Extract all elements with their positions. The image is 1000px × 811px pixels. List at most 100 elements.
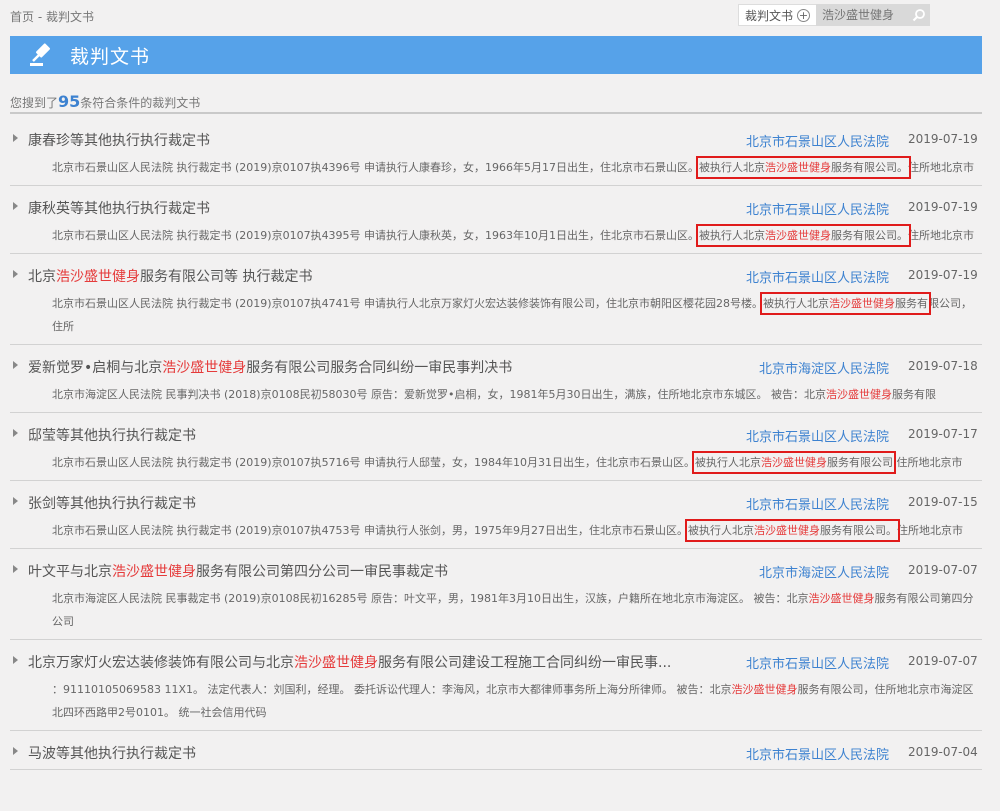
top-bar: 首页 - 裁判文书 裁判文书 + — [0, 0, 1000, 32]
court-link[interactable]: 北京市石景山区人民法院 — [746, 653, 889, 672]
breadcrumb-separator: - — [34, 10, 46, 24]
document-title-link[interactable]: 康春珍等其他执行执行裁定书 — [28, 130, 210, 150]
summary-text: 北京市石景山区人民法院 执行裁定书 (2019)京0107执5716号 申请执行… — [52, 456, 696, 469]
document-summary: 北京市海淀区人民法院 民事判决书 (2018)京0108民初58030号 原告：… — [10, 383, 982, 406]
document-date: 2019-07-07 — [908, 563, 978, 577]
summary-text: 北京市石景山区人民法院 执行裁定书 (2019)京0107执4396号 申请执行… — [52, 161, 700, 174]
list-item: 康秋英等其他执行执行裁定书 北京市石景山区人民法院 2019-07-19 北京市石景山… — [10, 186, 982, 254]
plus-circle-icon[interactable]: + — [797, 8, 810, 22]
list-item: 叶文平与北京浩沙盛世健身服务有限公司第四分公司一审民事裁定书 北京市海淀区人民法院… — [10, 549, 982, 640]
summary-segment: 被执行人北京 — [695, 456, 762, 469]
summary-segment: 被执行人北京 — [699, 161, 766, 174]
document-date: 2019-07-19 — [908, 132, 978, 146]
document-summary: 北京市石景山区人民法院 执行裁定书 (2019)京0107执4396号 申请执行… — [10, 156, 982, 179]
divider — [10, 112, 982, 114]
summary-text: 住所地北京市 — [908, 229, 975, 242]
triangle-right-icon — [13, 565, 18, 573]
summary-text: 住所地北京市 — [908, 161, 975, 174]
title-segment: 北京万家灯火宏达装修装饰有限公司与北京 — [28, 655, 294, 671]
breadcrumb-current: 裁判文书 — [45, 10, 94, 24]
document-title-link[interactable]: 张剑等其他执行执行裁定书 — [28, 493, 196, 513]
document-summary: 北京市石景山区人民法院 执行裁定书 (2019)京0107执4741号 申请执行… — [10, 292, 982, 338]
court-link[interactable]: 北京市石景山区人民法院 — [746, 494, 889, 513]
results-list: 康春珍等其他执行执行裁定书 北京市石景山区人民法院 2019-07-19 北京市石景山… — [10, 118, 982, 770]
search-bar: 裁判文书 + — [737, 4, 930, 26]
document-summary: 北京市石景山区人民法院 执行裁定书 (2019)京0107执5716号 申请执行… — [10, 451, 982, 474]
summary-segment: 浩沙盛世健身 — [765, 229, 832, 242]
list-item: 康春珍等其他执行执行裁定书 北京市石景山区人民法院 2019-07-19 北京市石景山… — [10, 118, 982, 186]
title-segment: 康秋英等其他执行执行裁定书 — [28, 201, 210, 217]
document-title-link[interactable]: 北京浩沙盛世健身服务有限公司等 执行裁定书 — [28, 266, 312, 286]
summary-text: 北京市石景山区人民法院 执行裁定书 (2019)京0107执4753号 申请执行… — [52, 524, 689, 537]
triangle-right-icon — [13, 361, 18, 369]
summary-text: 北京市石景山区人民法院 执行裁定书 (2019)京0107执4741号 申请执行… — [52, 297, 764, 310]
court-link[interactable]: 北京市石景山区人民法院 — [746, 744, 889, 763]
document-date: 2019-07-19 — [908, 200, 978, 214]
title-segment: 浩沙盛世健身 — [112, 564, 196, 580]
summary-segment: 浩沙盛世健身 — [829, 297, 896, 310]
search-input[interactable] — [816, 4, 908, 26]
document-summary: ：91110105069583 11X1。 法定代表人：刘国利，经理。 委托诉讼… — [10, 678, 982, 724]
document-date: 2019-07-04 — [908, 745, 978, 759]
title-segment: 爱新觉罗•启桐与北京 — [28, 360, 163, 376]
title-segment: 浩沙盛世健身 — [56, 269, 140, 285]
summary-segment: 服务有 — [895, 297, 929, 310]
list-item-title-row: 马波等其他执行执行裁定书 北京市石景山区人民法院 2019-07-04 — [10, 731, 982, 769]
triangle-right-icon — [13, 134, 18, 142]
document-summary: 北京市石景山区人民法院 执行裁定书 (2019)京0107执4395号 申请执行… — [10, 224, 982, 247]
page-title: 裁判文书 — [70, 45, 151, 68]
title-segment: 浩沙盛世健身 — [162, 360, 247, 376]
summary-segment: 服务有限公司。 — [831, 161, 909, 174]
summary-text: 住所地北京市 — [897, 524, 964, 537]
search-category-select[interactable]: 裁判文书 + — [737, 4, 816, 26]
summary-segment: 服务有限公司 — [827, 456, 894, 469]
document-title-link[interactable]: 康秋英等其他执行执行裁定书 — [28, 198, 210, 218]
highlight-box: 被执行人北京浩沙盛世健身服务有限公司。 — [696, 224, 912, 247]
summary-segment: 服务有限公司。 — [820, 524, 898, 537]
breadcrumb-home-link[interactable]: 首页 — [10, 10, 34, 24]
title-segment: 张剑等其他执行执行裁定书 — [28, 496, 196, 512]
document-date: 2019-07-19 — [908, 268, 978, 282]
summary-segment: 服务有限 — [892, 388, 937, 401]
court-link[interactable]: 北京市海淀区人民法院 — [759, 358, 889, 377]
summary-segment: 浩沙盛世健身 — [826, 388, 893, 401]
list-item: 张剑等其他执行执行裁定书 北京市石景山区人民法院 2019-07-15 北京市石景山区… — [10, 481, 982, 549]
title-segment: 服务有限公司等 执行裁定书 — [140, 269, 313, 285]
title-segment: 浩沙盛世健身 — [294, 655, 378, 671]
summary-segment: 浩沙盛世健身 — [765, 161, 832, 174]
title-segment: 叶文平与北京 — [28, 564, 112, 580]
court-link[interactable]: 北京市海淀区人民法院 — [759, 562, 889, 581]
document-title-link[interactable]: 马波等其他执行执行裁定书 — [28, 743, 196, 763]
court-link[interactable]: 北京市石景山区人民法院 — [746, 426, 889, 445]
document-title-link[interactable]: 北京万家灯火宏达装修装饰有限公司与北京浩沙盛世健身服务有限公司建设工程施工合同纠… — [28, 652, 671, 672]
section-header: 裁判文书 — [10, 36, 982, 74]
document-date: 2019-07-07 — [908, 654, 978, 668]
document-date: 2019-07-15 — [908, 495, 978, 509]
document-title-link[interactable]: 叶文平与北京浩沙盛世健身服务有限公司第四分公司一审民事裁定书 — [28, 561, 448, 581]
list-item-title-row: 康秋英等其他执行执行裁定书 北京市石景山区人民法院 2019-07-19 — [10, 186, 982, 224]
summary-segment: 浩沙盛世健身 — [761, 456, 828, 469]
list-item-title-row: 北京浩沙盛世健身服务有限公司等 执行裁定书 北京市石景山区人民法院 2019-07-… — [10, 254, 982, 292]
gavel-icon — [30, 43, 51, 66]
document-title-link[interactable]: 邸莹等其他执行执行裁定书 — [28, 425, 196, 445]
title-segment: 北京 — [28, 269, 56, 285]
document-summary: 北京市海淀区人民法院 民事裁定书 (2019)京0108民初16285号 原告：… — [10, 587, 982, 633]
list-item-title-row: 康春珍等其他执行执行裁定书 北京市石景山区人民法院 2019-07-19 — [10, 118, 982, 156]
summary-text: ：91110105069583 11X1。 法定代表人：刘国利，经理。 委托诉讼… — [52, 683, 732, 696]
triangle-right-icon — [13, 497, 18, 505]
list-item: 邸莹等其他执行执行裁定书 北京市石景山区人民法院 2019-07-17 北京市石景山区… — [10, 413, 982, 481]
summary-segment: 被执行人北京 — [688, 524, 755, 537]
breadcrumb: 首页 - 裁判文书 — [10, 8, 94, 25]
triangle-right-icon — [13, 429, 18, 437]
court-link[interactable]: 北京市石景山区人民法院 — [746, 131, 889, 150]
search-icon — [912, 9, 925, 22]
document-title-link[interactable]: 爱新觉罗•启桐与北京浩沙盛世健身服务有限公司服务合同纠纷一审民事判决书 — [28, 357, 512, 377]
list-item: 爱新觉罗•启桐与北京浩沙盛世健身服务有限公司服务合同纠纷一审民事判决书北京市海淀… — [10, 345, 982, 413]
search-button[interactable] — [908, 4, 930, 26]
triangle-right-icon — [13, 747, 18, 755]
result-count: 您搜到了95条符合条件的裁判文书 — [10, 92, 201, 111]
summary-text: 北京市海淀区人民法院 民事裁定书 (2019)京0108民初16285号 原告：… — [52, 592, 809, 605]
list-item-title-row: 叶文平与北京浩沙盛世健身服务有限公司第四分公司一审民事裁定书 北京市海淀区人民法院… — [10, 549, 982, 587]
court-link[interactable]: 北京市石景山区人民法院 — [746, 199, 889, 218]
court-link[interactable]: 北京市石景山区人民法院 — [746, 267, 889, 286]
